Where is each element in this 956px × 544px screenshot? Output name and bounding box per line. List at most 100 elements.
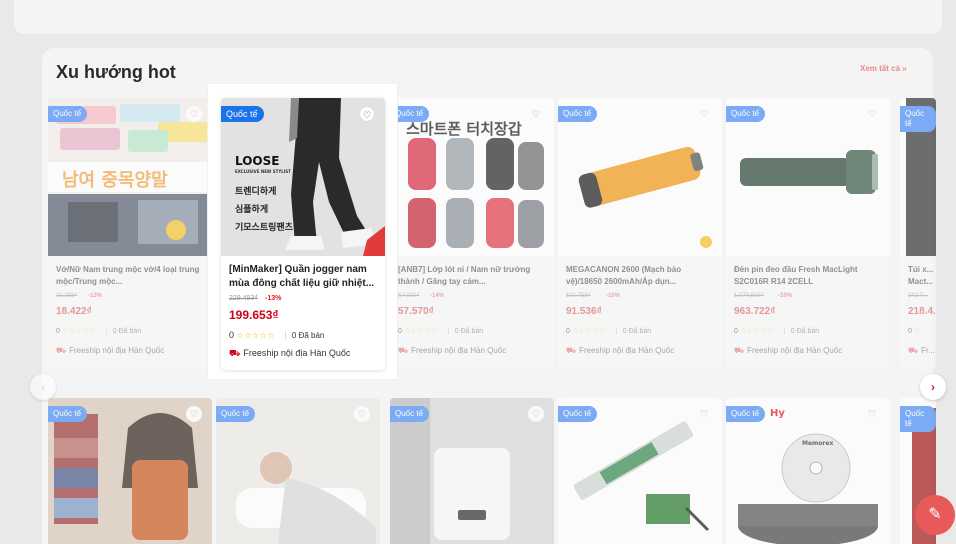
heart-icon[interactable]: ♡ <box>864 406 880 422</box>
rating-value: 0 <box>398 328 402 335</box>
shipping-label: Freeship nội địa Hàn Quốc <box>579 346 675 355</box>
heart-icon[interactable]: ♡ <box>864 106 880 122</box>
product-card[interactable]: Quốc tế ♡ <box>48 398 212 544</box>
product-old-price: 67.000₫ <box>398 293 420 299</box>
star-icons: ☆ <box>913 328 921 335</box>
product-image: 스마트폰 터치장갑 Quốc tế ♡ <box>390 98 554 256</box>
shipping-info: ⛟ Freeship nội địa Hàn Quốc <box>398 346 506 356</box>
international-badge: Quốc tế <box>48 106 88 122</box>
international-badge: Quốc tế <box>900 406 936 432</box>
product-name: Túi x... Mact... <box>908 265 934 286</box>
chat-bubble-icon[interactable]: ✎ <box>915 495 955 535</box>
image-caption-4: 심플하게 <box>235 205 269 215</box>
international-badge: Quốc tế <box>558 406 598 422</box>
focused-product-card[interactable]: LOOSE EXCLUSIVE NEW STYLIST 트렌디하게 심플하게 기… <box>221 98 385 370</box>
shipping-info: ⛟ Freeship nội địa Hàn Quốc <box>566 346 674 356</box>
product-image: Hy Memorex Quốc tế ♡ <box>726 398 890 544</box>
product-old-price: 242.7... <box>908 293 929 299</box>
sold-count: 0 Đã bán <box>447 328 484 335</box>
truck-icon: ⛟ <box>229 348 241 358</box>
truck-icon: ⛟ <box>908 346 919 355</box>
product-old-price: 101.753₫ <box>566 293 591 299</box>
image-caption-1: LOOSE <box>235 154 280 168</box>
heart-icon[interactable]: ♡ <box>528 406 544 422</box>
heart-icon[interactable]: ♡ <box>354 406 370 422</box>
rating-value: 0 <box>734 328 738 335</box>
international-badge: Quốc tế <box>900 106 936 132</box>
product-old-price: 21.183₫ <box>56 293 78 299</box>
truck-icon: ⛟ <box>566 346 577 355</box>
product-card[interactable]: Quốc tế Túi x... Mact... 242.7... 218.4.… <box>900 98 936 369</box>
sold-count: 0 Đã bán <box>105 328 142 335</box>
heart-icon[interactable]: ♡ <box>696 106 712 122</box>
product-rating: 0 ☆☆☆☆☆ 0 Đã bán <box>56 327 142 335</box>
product-card[interactable]: Quốc tế ♡ Đèn pin đeo đầu Fresh MacLight… <box>726 98 890 369</box>
rating-value: 0 <box>566 328 570 335</box>
rating-value: 0 <box>908 328 912 335</box>
shipping-label: Freeship nội địa Hàn Quốc <box>411 346 507 355</box>
product-price: 57.570₫ <box>398 306 434 317</box>
product-price: 963.722₫ <box>734 306 776 317</box>
product-price: 218.4... <box>908 306 936 317</box>
product-image: LOOSE EXCLUSIVE NEW STYLIST 트렌디하게 심플하게 기… <box>221 98 385 256</box>
image-caption-5: 기모스트링팬츠 <box>235 223 293 233</box>
rating-value: 0 <box>229 330 235 340</box>
international-badge: Quốc tế <box>216 406 256 422</box>
truck-icon: ⛟ <box>734 346 745 355</box>
product-name: Vớ/Nữ Nam trung mộc vớ/4 loại trung mộc/… <box>56 265 200 286</box>
star-icons: ☆☆☆☆☆ <box>571 328 606 335</box>
product-name: Đèn pin đeo đầu Fresh MacLight S2C016R R… <box>734 265 858 286</box>
product-discount: -10% <box>778 293 793 299</box>
shipping-label: Freeship nội địa Hàn Quốc <box>69 346 165 355</box>
product-card[interactable]: Quốc tế ♡ <box>558 398 722 544</box>
product-name: [ANB7] Lớp lót nỉ / Nam nữ trưởng thành … <box>398 265 531 286</box>
product-card[interactable]: 남여 중목양말 Quốc tế ♡ Vớ/Nữ Nam trung mộc vớ… <box>48 98 212 369</box>
heart-icon[interactable]: ♡ <box>359 106 375 122</box>
image-caption-2: EXCLUSIVE NEW STYLIST <box>235 169 291 174</box>
product-card[interactable]: 스마트폰 터치장갑 Quốc tế ♡ [ANB7] Lớp lót nỉ / … <box>390 98 554 369</box>
heart-icon[interactable]: ♡ <box>186 106 202 122</box>
product-card[interactable]: Quốc tế ♡ <box>390 398 554 544</box>
product-rating: 0 ☆☆☆☆☆ 0 Đã bán <box>566 327 652 335</box>
product-card[interactable]: Quốc tế ♡ <box>216 398 380 544</box>
product-card[interactable]: Quốc tế ♡ MEGACANON 2600 (Mạch bảo vệ)/1… <box>558 98 722 369</box>
product-rating: 0 ☆☆☆☆☆ 0 Đã bán <box>734 327 820 335</box>
star-icons: ☆☆☆☆☆ <box>236 331 275 340</box>
product-discount: -10% <box>606 293 621 299</box>
heart-icon[interactable]: ♡ <box>528 106 544 122</box>
shipping-label: Fr... <box>921 346 935 355</box>
shipping-info: ⛟ Freeship nội địa Hàn Quốc <box>56 346 164 356</box>
product-image: Quốc tế ♡ <box>48 398 212 544</box>
star-icons: ☆☆☆☆☆ <box>403 328 438 335</box>
product-card[interactable]: Hy Memorex Quốc tế ♡ <box>726 398 890 544</box>
product-name: [MinMaker] Quần jogger nam mùa đông chất… <box>229 264 375 289</box>
truck-icon: ⛟ <box>398 346 409 355</box>
product-image: Quốc tế ♡ <box>558 398 722 544</box>
product-image-caption: 남여 중목양말 <box>62 170 168 191</box>
carousel-next-button[interactable]: › <box>920 374 946 400</box>
international-badge: Quốc tế <box>726 106 766 122</box>
product-image: Quốc tế ♡ <box>216 398 380 544</box>
sold-count: 0 Đã bán <box>783 328 820 335</box>
section-title: Xu hướng hot <box>56 62 176 82</box>
star-icons: ☆☆☆☆☆ <box>61 328 96 335</box>
international-badge: Quốc tế <box>390 406 430 422</box>
heart-icon[interactable]: ♡ <box>696 406 712 422</box>
shipping-info: ⛟ Freeship nội địa Hàn Quốc <box>734 346 842 356</box>
heart-icon[interactable]: ♡ <box>186 406 202 422</box>
international-badge: Quốc tế <box>221 106 264 122</box>
product-discount: -13% <box>265 295 282 302</box>
product-discount: -13% <box>88 293 103 299</box>
product-old-price: 229.493₫ <box>229 295 258 302</box>
carousel-prev-button[interactable]: ‹ <box>30 374 56 400</box>
product-rating: 0 ☆☆☆☆☆ 0 Đã bán <box>229 330 325 340</box>
product-price: 199.653₫ <box>229 308 279 322</box>
image-caption-3: 트렌디하게 <box>235 187 277 197</box>
see-all-link[interactable]: Xem tất cả » <box>860 64 907 73</box>
product-image: Quốc tế ♡ <box>390 398 554 544</box>
product-price: 91.536₫ <box>566 306 602 317</box>
international-badge: Quốc tế <box>726 406 766 422</box>
shipping-label: Freeship nội địa Hàn Quốc <box>243 348 351 358</box>
international-badge: Quốc tế <box>558 106 598 122</box>
star-icons: ☆☆☆☆☆ <box>739 328 774 335</box>
